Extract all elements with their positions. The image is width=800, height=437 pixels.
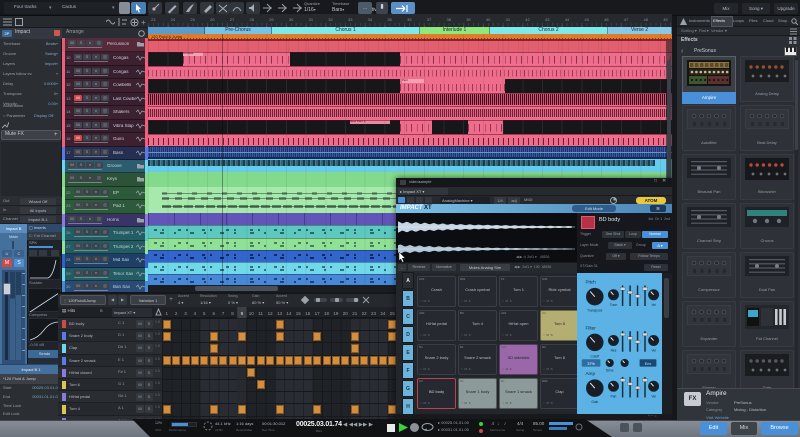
svg-text:4: 4 bbox=[194, 311, 197, 316]
svg-text:Pan: Pan bbox=[611, 394, 617, 398]
svg-text:35: 35 bbox=[387, 17, 392, 22]
svg-text:20: 20 bbox=[343, 311, 349, 316]
svg-text:11: 11 bbox=[258, 311, 263, 316]
svg-text:38: 38 bbox=[447, 17, 452, 22]
svg-text:25: 25 bbox=[190, 17, 195, 22]
svg-text:7: 7 bbox=[222, 311, 225, 316]
svg-text:23: 23 bbox=[151, 17, 156, 22]
svg-text:46: 46 bbox=[604, 17, 609, 22]
svg-text:Transpose: Transpose bbox=[587, 309, 602, 313]
svg-text:Cutoff: Cutoff bbox=[590, 354, 599, 358]
svg-text:13: 13 bbox=[277, 311, 283, 316]
svg-text:39: 39 bbox=[466, 17, 471, 22]
svg-text:37: 37 bbox=[427, 17, 432, 22]
svg-text:24: 24 bbox=[380, 311, 386, 316]
svg-text:Vel: Vel bbox=[651, 394, 656, 398]
svg-text:Gain: Gain bbox=[591, 400, 598, 404]
svg-text:Drive: Drive bbox=[606, 368, 614, 372]
svg-text:29: 29 bbox=[269, 17, 274, 22]
svg-text:15: 15 bbox=[296, 311, 302, 316]
svg-text:Tune: Tune bbox=[610, 303, 617, 307]
svg-text:48: 48 bbox=[644, 17, 649, 22]
svg-text:43: 43 bbox=[545, 17, 550, 22]
svg-text:41: 41 bbox=[506, 17, 511, 22]
svg-text:Vel: Vel bbox=[651, 349, 656, 353]
svg-text:19: 19 bbox=[333, 311, 339, 316]
svg-text:5: 5 bbox=[203, 311, 206, 316]
svg-text:Res: Res bbox=[611, 349, 617, 353]
svg-text:Amp: Amp bbox=[585, 371, 595, 376]
svg-text:23: 23 bbox=[371, 311, 377, 316]
svg-text:18: 18 bbox=[324, 311, 330, 316]
svg-text:Vel: Vel bbox=[651, 303, 656, 307]
svg-text:47: 47 bbox=[624, 17, 629, 22]
svg-text:24: 24 bbox=[171, 17, 176, 22]
svg-text:26: 26 bbox=[210, 17, 215, 22]
svg-text:2: 2 bbox=[175, 311, 178, 316]
svg-text:Filter: Filter bbox=[585, 325, 596, 330]
svg-text:3: 3 bbox=[184, 311, 187, 316]
svg-text:Env: Env bbox=[645, 362, 652, 366]
svg-text:30: 30 bbox=[289, 17, 294, 22]
svg-text:31: 31 bbox=[309, 17, 314, 22]
svg-text:16: 16 bbox=[305, 311, 311, 316]
svg-text:14: 14 bbox=[286, 311, 292, 316]
svg-text:1: 1 bbox=[165, 311, 168, 316]
svg-text:45: 45 bbox=[584, 17, 589, 22]
svg-text:42: 42 bbox=[525, 17, 530, 22]
svg-text:25: 25 bbox=[390, 311, 396, 316]
svg-text:32: 32 bbox=[328, 17, 333, 22]
svg-text:40: 40 bbox=[486, 17, 491, 22]
svg-text:6: 6 bbox=[212, 311, 215, 316]
svg-text:37%: 37% bbox=[587, 362, 595, 366]
svg-text:Pitch: Pitch bbox=[585, 280, 596, 285]
svg-text:10: 10 bbox=[249, 311, 255, 316]
svg-text:49: 49 bbox=[663, 17, 668, 22]
svg-text:27: 27 bbox=[230, 17, 235, 22]
svg-text:8: 8 bbox=[231, 311, 234, 316]
svg-text:44: 44 bbox=[565, 17, 570, 22]
svg-text:28: 28 bbox=[250, 17, 255, 22]
svg-text:12: 12 bbox=[268, 311, 274, 316]
svg-text:17: 17 bbox=[315, 311, 321, 316]
svg-text:36: 36 bbox=[407, 17, 412, 22]
svg-text:33: 33 bbox=[348, 17, 353, 22]
svg-text:22: 22 bbox=[362, 311, 368, 316]
svg-text:21: 21 bbox=[352, 311, 358, 316]
svg-text:34: 34 bbox=[368, 17, 373, 22]
